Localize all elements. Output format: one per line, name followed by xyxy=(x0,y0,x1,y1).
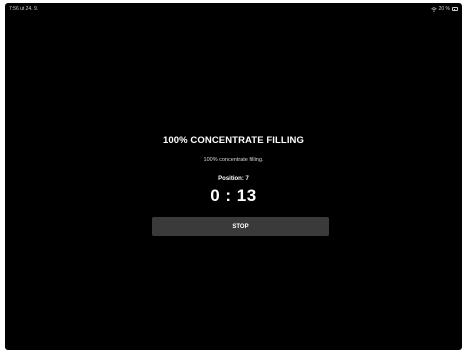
filling-screen: 100% CONCENTRATE FILLING 100% concentrat… xyxy=(5,3,462,350)
stop-button[interactable]: STOP xyxy=(152,217,329,236)
device-screen: 7:56 ut 24. 9. 20 % 100% CONCENTRATE FIL… xyxy=(5,3,462,350)
page-title: 100% CONCENTRATE FILLING xyxy=(162,135,305,146)
position-label: Position: 7 xyxy=(218,176,249,182)
countdown-timer: 0 : 13 xyxy=(210,186,257,205)
page-subtitle: 100% concentrate filling. xyxy=(203,157,264,163)
